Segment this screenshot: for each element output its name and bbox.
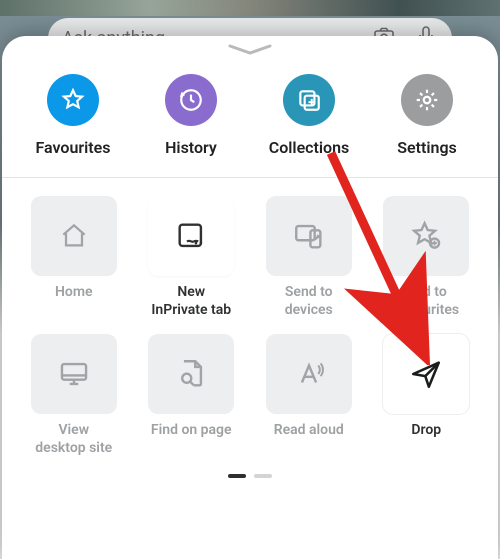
- inprivate-icon: [148, 196, 234, 276]
- read-aloud-label: Read aloud: [274, 422, 344, 458]
- find-on-page-button[interactable]: Find on page: [140, 334, 244, 458]
- collections-button[interactable]: Collections: [254, 74, 364, 157]
- drop-button[interactable]: Drop: [375, 334, 479, 458]
- add-to-favourites-label: Add toFavourites: [393, 284, 459, 320]
- collections-icon: [283, 74, 335, 126]
- view-desktop-site-label: Viewdesktop site: [35, 422, 112, 458]
- page-dot-1: [228, 474, 246, 478]
- devices-icon: [266, 196, 352, 276]
- settings-label: Settings: [397, 138, 457, 157]
- history-label: History: [165, 138, 217, 157]
- find-on-page-label: Find on page: [151, 422, 232, 458]
- star-plus-icon: [383, 196, 469, 276]
- read-aloud-button[interactable]: Read aloud: [257, 334, 361, 458]
- read-aloud-icon: [266, 334, 352, 414]
- favourites-label: Favourites: [35, 138, 110, 157]
- inprivate-label: NewInPrivate tab: [151, 284, 231, 320]
- new-inprivate-tab-button[interactable]: NewInPrivate tab: [140, 196, 244, 320]
- page-indicator[interactable]: [2, 468, 498, 494]
- home-icon: [31, 196, 117, 276]
- drop-label: Drop: [411, 422, 441, 458]
- settings-button[interactable]: Settings: [372, 74, 482, 157]
- sheet-grabber[interactable]: [226, 42, 274, 58]
- find-on-page-icon: [148, 334, 234, 414]
- desktop-icon: [31, 334, 117, 414]
- view-desktop-site-button[interactable]: Viewdesktop site: [22, 334, 126, 458]
- page-dot-2: [254, 474, 272, 478]
- collections-label: Collections: [269, 138, 350, 157]
- add-to-favourites-button[interactable]: Add toFavourites: [375, 196, 479, 320]
- home-button[interactable]: Home: [22, 196, 126, 320]
- history-button[interactable]: History: [136, 74, 246, 157]
- history-icon: [165, 74, 217, 126]
- overflow-menu-sheet: Favourites History Collections Settings: [2, 36, 498, 559]
- send-to-devices-button[interactable]: Send todevices: [257, 196, 361, 320]
- send-to-devices-label: Send todevices: [285, 284, 333, 320]
- gear-icon: [401, 74, 453, 126]
- paper-plane-icon: [383, 334, 469, 414]
- home-label: Home: [55, 284, 93, 320]
- star-icon: [47, 74, 99, 126]
- favourites-button[interactable]: Favourites: [18, 74, 128, 157]
